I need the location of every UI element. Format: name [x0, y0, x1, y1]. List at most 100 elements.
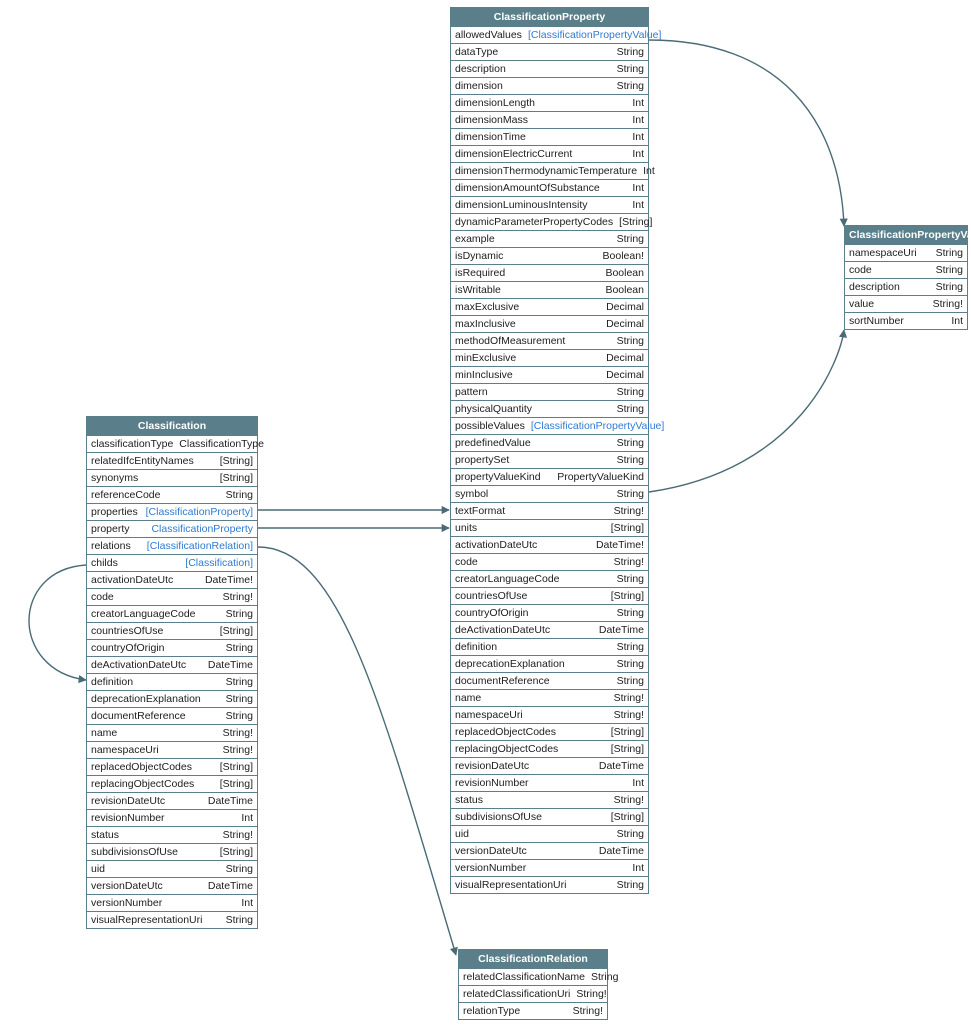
- field-name: replacingObjectCodes: [91, 778, 194, 790]
- field-name: pattern: [455, 386, 488, 398]
- field-type: String!: [223, 727, 253, 739]
- field-name: dataType: [455, 46, 498, 58]
- field-type: String!: [576, 988, 606, 1000]
- field-row: subdivisionsOfUse [String]: [87, 843, 257, 860]
- field-name: code: [849, 264, 872, 276]
- field-name: revisionDateUtc: [455, 760, 529, 772]
- field-row: countryOfOriginString: [451, 604, 648, 621]
- field-row: versionDateUtc DateTime: [87, 877, 257, 894]
- field-type: [String]: [611, 726, 644, 738]
- field-type: DateTime: [208, 795, 253, 807]
- entity-title: ClassificationProperty: [451, 8, 648, 27]
- field-name: namespaceUri: [849, 247, 917, 259]
- field-row: replacingObjectCodes[String]: [451, 740, 648, 757]
- field-type: Int: [632, 148, 644, 160]
- field-type-link[interactable]: [ClassificationProperty]: [146, 506, 253, 518]
- field-row: textFormatString!: [451, 502, 648, 519]
- field-row: relatedClassificationUriString!: [459, 985, 607, 1002]
- field-name: code: [455, 556, 478, 568]
- field-name: relationType: [463, 1005, 520, 1017]
- field-name: versionDateUtc: [91, 880, 163, 892]
- field-row: dimensionAmountOfSubstanceInt: [451, 179, 648, 196]
- field-type: String: [617, 454, 644, 466]
- field-type: [String]: [220, 455, 253, 467]
- field-row: deprecationExplanationString: [451, 655, 648, 672]
- field-type: String: [226, 676, 253, 688]
- field-row: propertyValueKindPropertyValueKind: [451, 468, 648, 485]
- field-name: uid: [91, 863, 105, 875]
- field-row: replacedObjectCodes[String]: [87, 758, 257, 775]
- field-type: String!: [223, 591, 253, 603]
- field-type: String: [617, 488, 644, 500]
- field-name: units: [455, 522, 477, 534]
- field-row: definitionString: [87, 673, 257, 690]
- field-name: subdivisionsOfUse: [455, 811, 542, 823]
- field-row: statusString!: [451, 791, 648, 808]
- field-name: dimension: [455, 80, 503, 92]
- entity-fields: namespaceUri String code String descriptionS…: [845, 245, 967, 329]
- field-name: subdivisionsOfUse: [91, 846, 178, 858]
- field-row: creatorLanguageCodeString: [451, 570, 648, 587]
- field-type: [String]: [611, 743, 644, 755]
- field-type: String: [617, 879, 644, 891]
- field-row: physicalQuantityString: [451, 400, 648, 417]
- field-type: String: [936, 264, 963, 276]
- field-name: countryOfOrigin: [91, 642, 165, 654]
- field-row: dynamicParameterPropertyCodes[String]: [451, 213, 648, 230]
- field-row: classificationTypeClassificationType: [87, 436, 257, 452]
- field-name: uid: [455, 828, 469, 840]
- field-name: namespaceUri: [91, 744, 159, 756]
- field-row: valueString!: [845, 295, 967, 312]
- field-type: String!: [223, 744, 253, 756]
- field-type: [String]: [619, 216, 652, 228]
- field-row: descriptionString: [451, 60, 648, 77]
- field-type: Int: [241, 897, 253, 909]
- field-name: revisionNumber: [455, 777, 529, 789]
- field-row: propertySetString: [451, 451, 648, 468]
- field-type: Boolean!: [603, 250, 644, 262]
- field-row: dimensionThermodynamicTemperatureInt: [451, 162, 648, 179]
- field-name: possibleValues: [455, 420, 525, 432]
- field-row: documentReferenceString: [87, 707, 257, 724]
- field-name: definition: [455, 641, 497, 653]
- field-type: [String]: [220, 625, 253, 637]
- field-name: code: [91, 591, 114, 603]
- field-type: String: [617, 46, 644, 58]
- field-row: documentReferenceString: [451, 672, 648, 689]
- entity-classification-property-value: ClassificationPropertyValue namespaceUri…: [844, 225, 968, 330]
- field-type: String: [617, 828, 644, 840]
- field-type-link[interactable]: [ClassificationRelation]: [147, 540, 253, 552]
- field-name: dimensionThermodynamicTemperature: [455, 165, 637, 177]
- field-row: revisionNumberInt: [87, 809, 257, 826]
- field-row: versionDateUtcDateTime: [451, 842, 648, 859]
- field-type: DateTime: [208, 880, 253, 892]
- field-type: DateTime!: [205, 574, 253, 586]
- field-type-link[interactable]: [Classification]: [185, 557, 253, 569]
- field-name: replacedObjectCodes: [91, 761, 192, 773]
- field-name: description: [849, 281, 900, 293]
- field-row: properties[ClassificationProperty]: [87, 503, 257, 520]
- field-type-link[interactable]: [ClassificationPropertyValue]: [528, 29, 661, 41]
- field-type: String: [936, 247, 963, 259]
- field-name: visualRepresentationUri: [91, 914, 202, 926]
- field-type: String: [617, 437, 644, 449]
- field-type: Int: [632, 199, 644, 211]
- field-row: dimensionLuminousIntensityInt: [451, 196, 648, 213]
- field-type: String: [226, 710, 253, 722]
- field-type: String: [617, 63, 644, 75]
- field-row: descriptionString: [845, 278, 967, 295]
- field-row: relationTypeString!: [459, 1002, 607, 1019]
- field-type: [String]: [220, 846, 253, 858]
- field-name: creatorLanguageCode: [91, 608, 196, 620]
- field-name: versionNumber: [455, 862, 526, 874]
- field-type: String: [226, 693, 253, 705]
- field-name: sortNumber: [849, 315, 904, 327]
- field-type-link[interactable]: ClassificationProperty: [151, 523, 253, 535]
- field-type: String: [226, 608, 253, 620]
- field-name: isWritable: [455, 284, 501, 296]
- field-name: dimensionTime: [455, 131, 526, 143]
- field-type: String!: [614, 709, 644, 721]
- field-row: codeString!: [451, 553, 648, 570]
- field-type-link[interactable]: [ClassificationPropertyValue]: [531, 420, 664, 432]
- field-name: status: [91, 829, 119, 841]
